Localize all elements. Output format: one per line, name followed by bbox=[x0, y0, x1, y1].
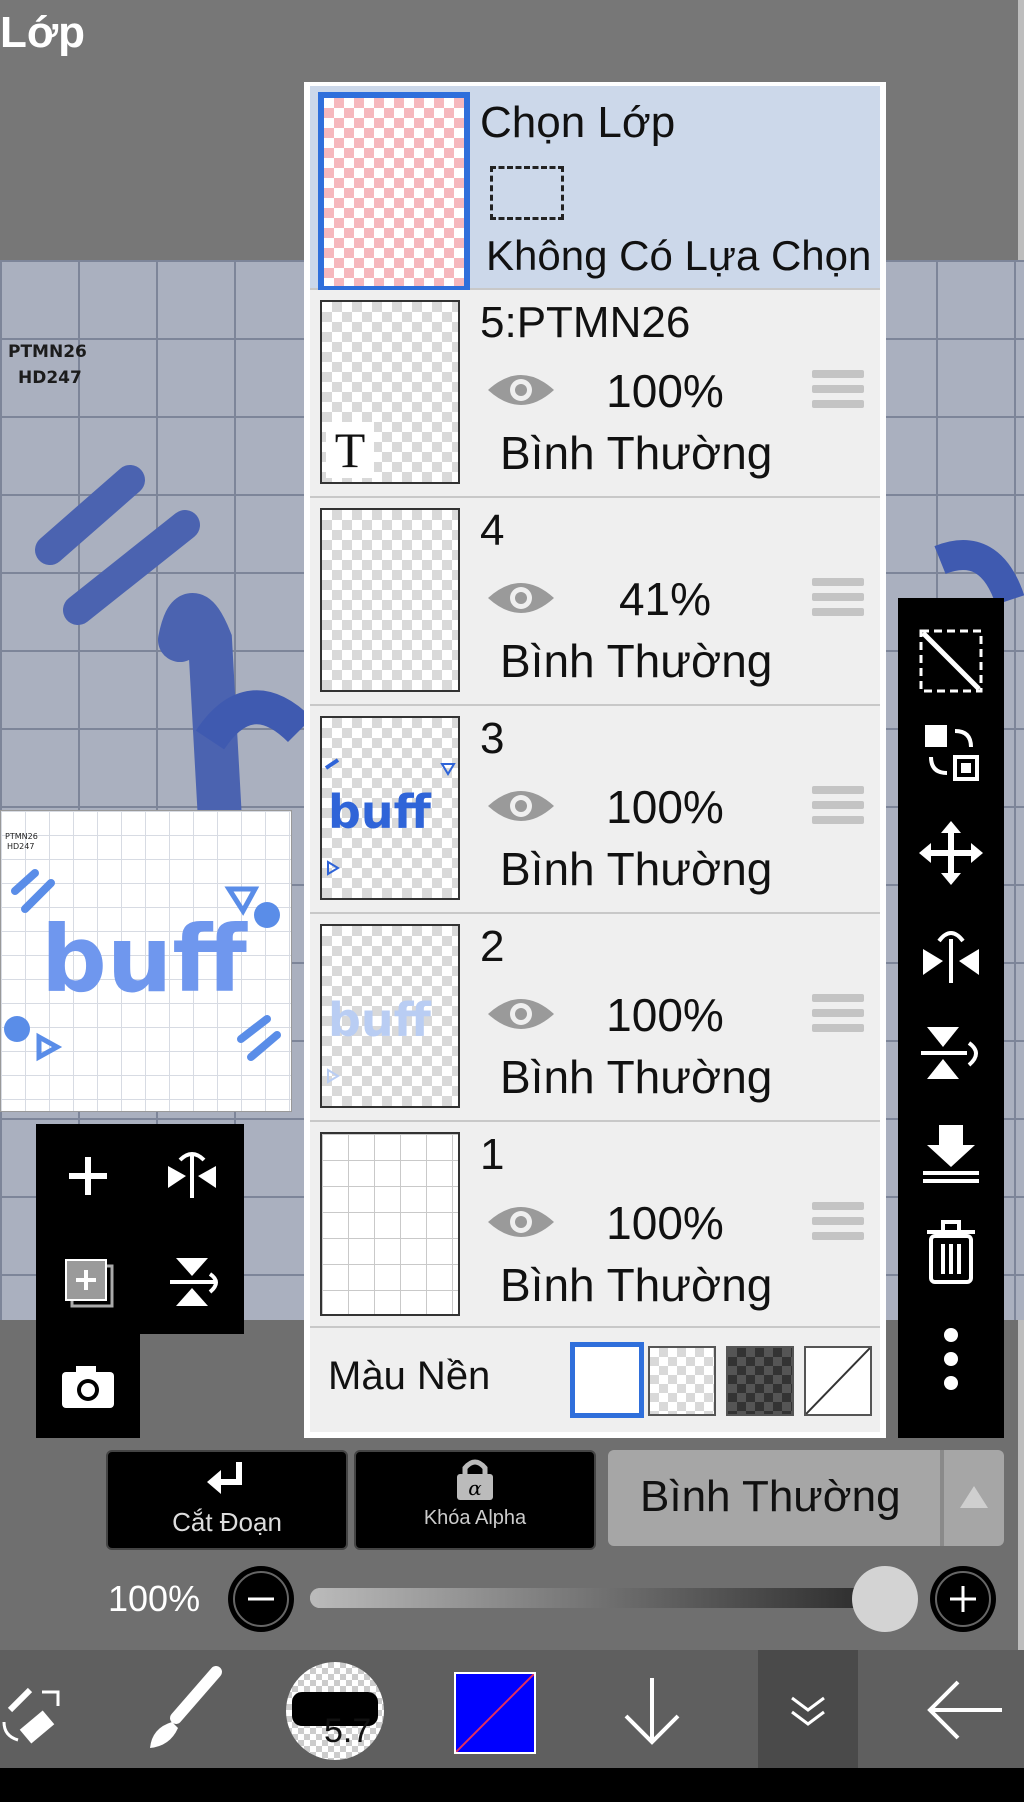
chevron-up-icon bbox=[960, 1486, 988, 1508]
back-arrow-icon[interactable] bbox=[922, 1670, 1006, 1750]
layer-name: 3 bbox=[480, 714, 505, 763]
layer-name: 2 bbox=[480, 922, 505, 971]
layer-thumbnail: buff bbox=[320, 716, 460, 900]
color-swatch-button[interactable] bbox=[454, 1672, 536, 1754]
opacity-decrease-button[interactable] bbox=[228, 1566, 294, 1632]
arrow-down-icon[interactable] bbox=[612, 1670, 692, 1750]
layer-thumbnail-art: buff bbox=[324, 758, 456, 876]
layers-panel-button[interactable] bbox=[758, 1650, 858, 1768]
visibility-eye-icon[interactable] bbox=[486, 576, 556, 620]
drag-handle-icon[interactable] bbox=[812, 370, 864, 415]
drag-handle-icon[interactable] bbox=[812, 578, 864, 623]
layer-thumbnail bbox=[320, 508, 460, 692]
flip-horizontal-icon[interactable] bbox=[152, 1140, 232, 1212]
duplicate-layer-icon[interactable] bbox=[52, 1246, 124, 1318]
brush-tool-icon[interactable] bbox=[138, 1666, 228, 1756]
transfer-layer-icon[interactable] bbox=[898, 708, 1004, 798]
brush-size-value: 5.7 bbox=[324, 1712, 372, 1750]
layer-row[interactable]: 4 41% Bình Thường bbox=[310, 498, 880, 706]
opacity-increase-button[interactable] bbox=[930, 1566, 996, 1632]
lock-icon: α bbox=[457, 1459, 493, 1500]
brush-size-button[interactable]: 5.7 bbox=[286, 1662, 384, 1760]
marquee-icon bbox=[490, 166, 564, 220]
layer-opacity: 100% bbox=[606, 781, 724, 833]
opacity-value: 100% bbox=[108, 1578, 201, 1619]
layer-blend-mode: Bình Thường bbox=[500, 427, 773, 479]
flip-vertical-icon[interactable] bbox=[152, 1246, 232, 1318]
flip-layer-vertical-icon[interactable] bbox=[898, 1008, 1004, 1098]
layer-panel: Chọn Lớp Không Có Lựa Chọn T 5:PTMN26 10… bbox=[304, 82, 886, 1438]
layer-blend-mode: Bình Thường bbox=[500, 1051, 773, 1103]
visibility-eye-icon[interactable] bbox=[486, 784, 556, 828]
more-options-icon[interactable] bbox=[898, 1314, 1004, 1404]
flip-layer-horizontal-icon[interactable] bbox=[898, 908, 1004, 998]
layer-blend-mode: Bình Thường bbox=[500, 843, 773, 895]
layer-blend-mode: Bình Thường bbox=[500, 1259, 773, 1311]
layer-thumbnail-art: buff bbox=[327, 993, 432, 1084]
layer-thumbnail bbox=[320, 1132, 460, 1316]
layer-actions-toolbar bbox=[898, 598, 1004, 1438]
svg-text:buff: buff bbox=[328, 785, 432, 839]
preview-artwork: PTMN26 HD247 buff bbox=[4, 832, 281, 1062]
visibility-eye-icon[interactable] bbox=[486, 1200, 556, 1244]
layer-thumbnail: T bbox=[320, 300, 460, 484]
opacity-control: 100% bbox=[0, 1552, 1024, 1648]
svg-text:buff: buff bbox=[328, 993, 432, 1047]
trash-icon[interactable] bbox=[898, 1208, 1004, 1298]
select-divider bbox=[940, 1450, 944, 1546]
background-dark-swatch[interactable] bbox=[726, 1346, 794, 1416]
canvas-preview[interactable]: PTMN26 HD247 buff bbox=[0, 810, 292, 1112]
background-label: Màu Nền bbox=[328, 1354, 491, 1398]
clipping-arrow-icon bbox=[207, 1462, 242, 1494]
clear-selection-icon[interactable] bbox=[898, 616, 1004, 706]
svg-text:α: α bbox=[468, 1476, 482, 1500]
text-layer-icon: T bbox=[326, 422, 374, 478]
bottom-toolbar: 5.7 bbox=[0, 1650, 1024, 1768]
layer-name: 4 bbox=[480, 506, 505, 555]
layer-row[interactable]: 1 100% Bình Thường bbox=[310, 1122, 880, 1328]
layer-row[interactable]: buff 3 100% Bình Thường bbox=[310, 706, 880, 914]
background-color-row: Màu Nền bbox=[310, 1328, 880, 1432]
selection-layer-row[interactable]: Chọn Lớp Không Có Lựa Chọn bbox=[310, 86, 880, 292]
drag-handle-icon[interactable] bbox=[812, 1202, 864, 1247]
transform-tool-icon[interactable] bbox=[0, 1670, 80, 1750]
system-nav-bar bbox=[0, 1768, 1024, 1802]
layer-name: 1 bbox=[480, 1130, 505, 1179]
blend-mode-select[interactable]: Bình Thường bbox=[608, 1450, 1004, 1546]
selection-layer-title: Chọn Lớp bbox=[480, 98, 676, 147]
layer-opacity: 100% bbox=[606, 365, 724, 417]
add-layer-icon[interactable] bbox=[52, 1140, 124, 1212]
merge-down-icon[interactable] bbox=[898, 1108, 1004, 1198]
selection-layer-thumbnail bbox=[318, 92, 470, 292]
drag-handle-icon[interactable] bbox=[812, 786, 864, 831]
drag-handle-icon[interactable] bbox=[812, 994, 864, 1039]
layer-blend-mode: Bình Thường bbox=[500, 635, 773, 687]
background-none-swatch[interactable] bbox=[804, 1346, 872, 1416]
layer-opacity: 41% bbox=[618, 573, 712, 625]
layer-opacity: 100% bbox=[606, 1197, 724, 1249]
layer-opacity: 100% bbox=[606, 989, 724, 1041]
opacity-slider-knob[interactable] bbox=[852, 1566, 918, 1632]
visibility-eye-icon[interactable] bbox=[486, 992, 556, 1036]
opacity-slider-track[interactable] bbox=[310, 1588, 910, 1608]
alpha-lock-button[interactable]: α Khóa Alpha bbox=[354, 1450, 596, 1550]
svg-text:HD247: HD247 bbox=[7, 842, 34, 851]
svg-text:PTMN26: PTMN26 bbox=[5, 832, 38, 841]
layer-row[interactable]: buff 2 100% Bình Thường bbox=[310, 914, 880, 1122]
layer-name: 5:PTMN26 bbox=[480, 298, 691, 347]
svg-text:buff: buff bbox=[41, 906, 248, 1013]
background-white-swatch[interactable] bbox=[570, 1342, 644, 1418]
clipping-label: Cắt Đoạn bbox=[172, 1507, 282, 1537]
blend-mode-value: Bình Thường bbox=[640, 1472, 901, 1521]
layer-thumbnail: buff bbox=[320, 924, 460, 1108]
clipping-button[interactable]: Cắt Đoạn bbox=[106, 1450, 348, 1550]
page-title: Lớp bbox=[0, 8, 86, 57]
camera-icon[interactable] bbox=[52, 1350, 124, 1422]
selection-status: Không Có Lựa Chọn bbox=[486, 232, 872, 279]
background-transparent-swatch[interactable] bbox=[648, 1346, 716, 1416]
alpha-lock-label: Khóa Alpha bbox=[423, 1507, 527, 1529]
layer-row[interactable]: T 5:PTMN26 100% Bình Thường bbox=[310, 290, 880, 498]
move-icon[interactable] bbox=[898, 808, 1004, 898]
visibility-eye-icon[interactable] bbox=[486, 368, 556, 412]
